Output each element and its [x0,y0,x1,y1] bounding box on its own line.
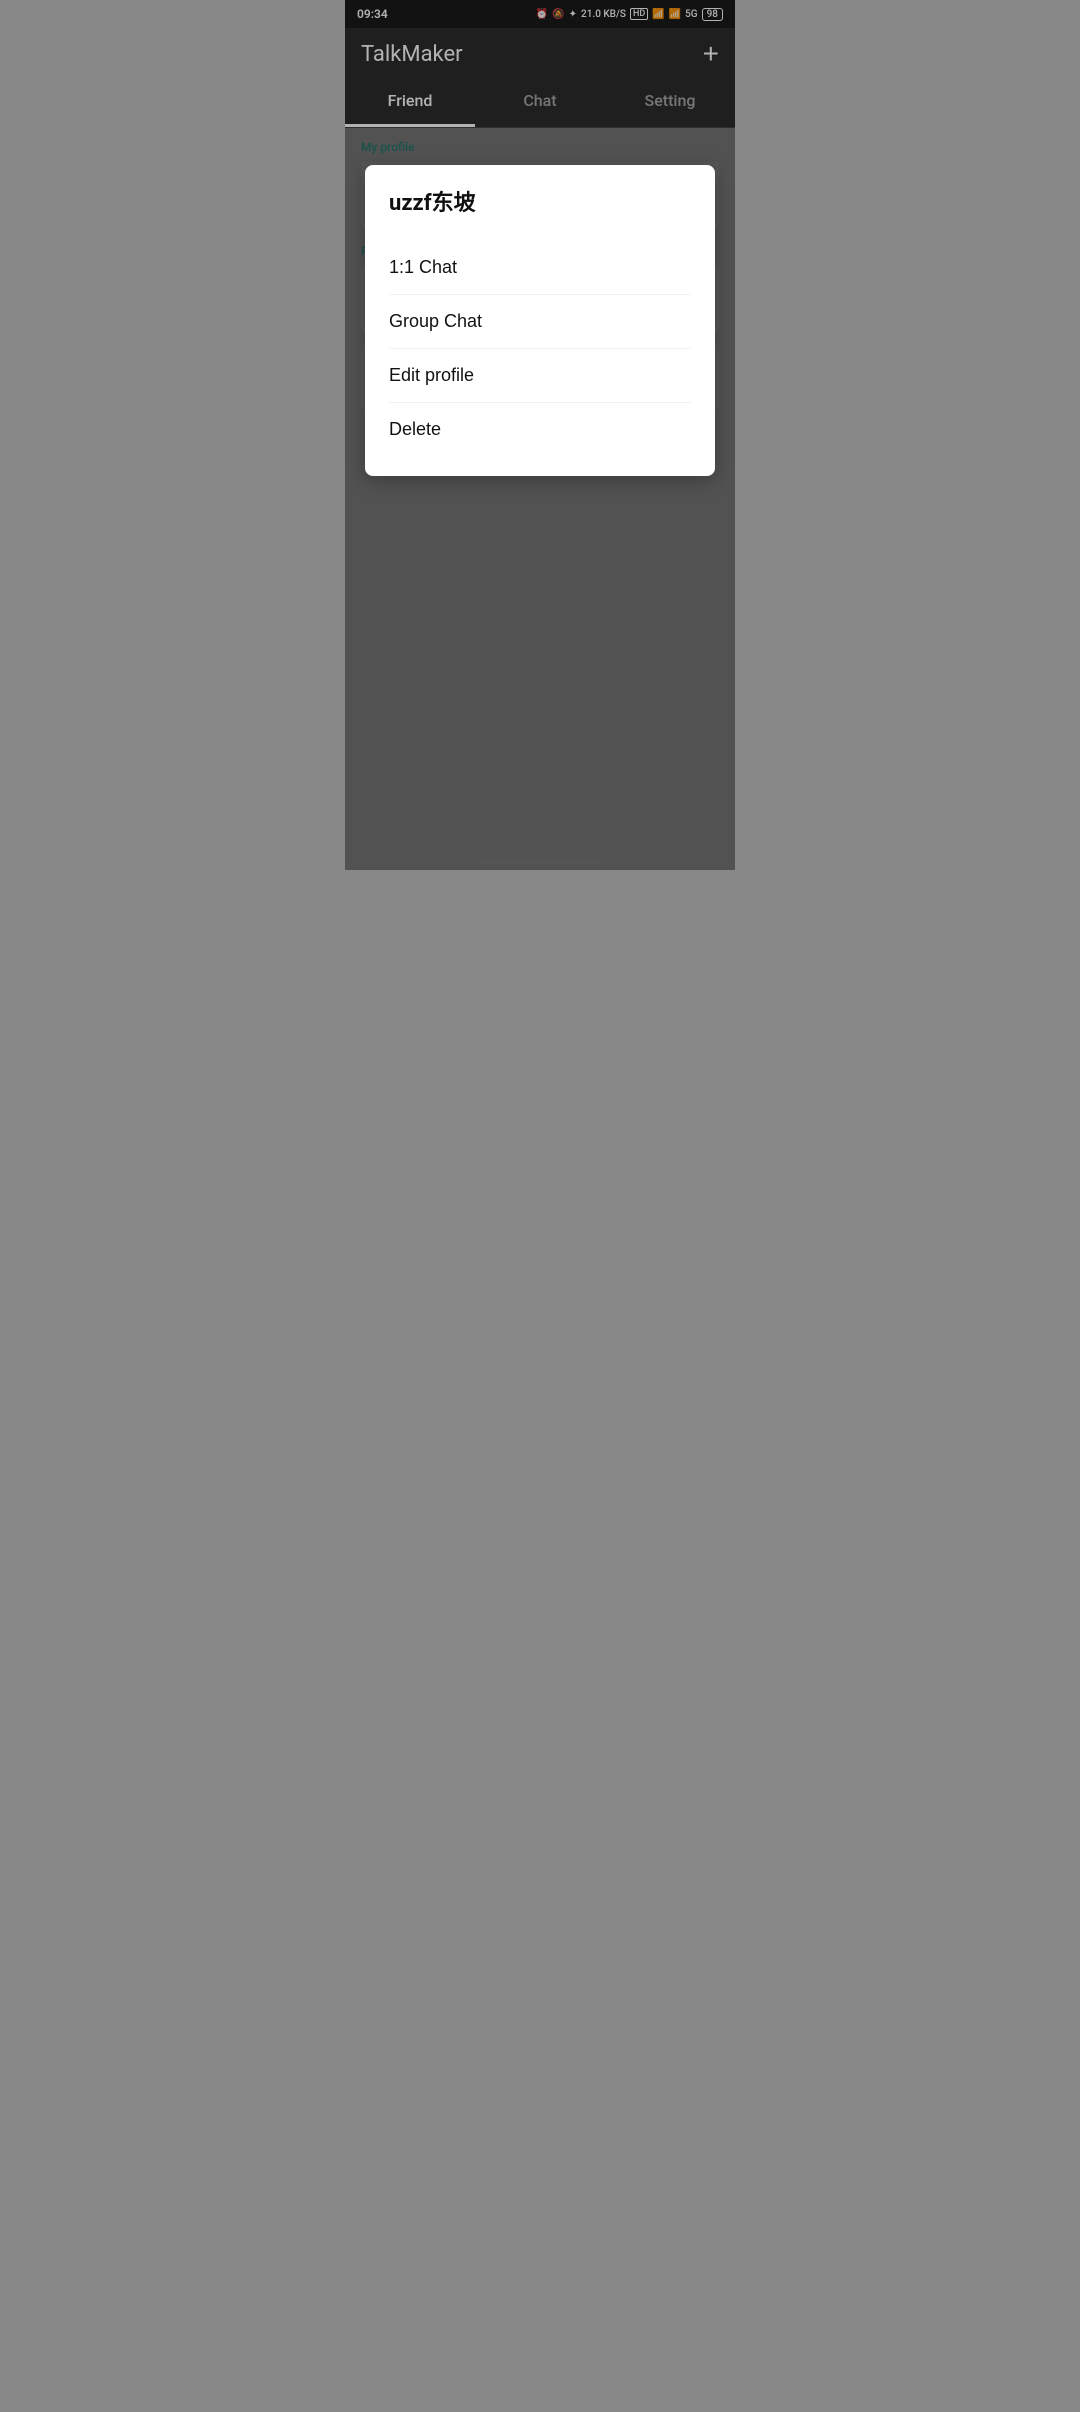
context-menu-item-one-one-chat[interactable]: 1:1 Chat [389,241,691,295]
context-menu: uzzf东坡 1:1 Chat Group Chat Edit profile … [365,165,715,476]
context-menu-title: uzzf东坡 [389,185,691,217]
context-menu-item-edit-profile[interactable]: Edit profile [389,349,691,403]
home-indicator [480,860,600,864]
context-menu-item-delete[interactable]: Delete [389,403,691,456]
context-menu-item-group-chat[interactable]: Group Chat [389,295,691,349]
